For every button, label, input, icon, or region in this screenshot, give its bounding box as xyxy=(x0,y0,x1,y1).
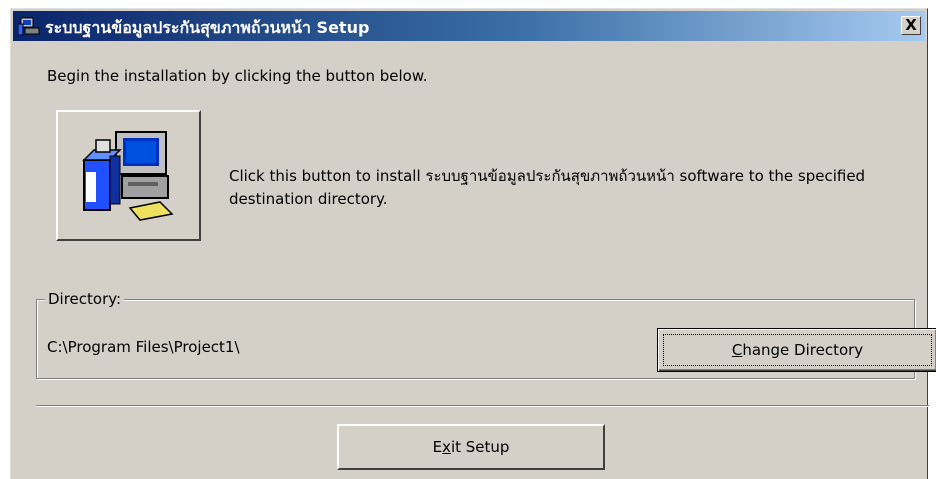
install-button[interactable] xyxy=(56,110,201,241)
directory-path: C:\Program Files\Project1\ xyxy=(47,338,240,356)
change-directory-label-rest: hange Directory xyxy=(742,341,864,359)
computer-setup-icon xyxy=(82,131,174,221)
close-button[interactable]: X xyxy=(901,16,921,35)
change-directory-button[interactable]: Change Directory xyxy=(657,328,936,372)
directory-legend: Directory: xyxy=(45,290,125,308)
change-directory-label: Change Directory xyxy=(732,341,863,359)
separator-line xyxy=(36,405,929,407)
window-title: ระบบฐานข้อมูลประกันสุขภาพถ้วนหน้า Setup xyxy=(45,18,370,37)
setup-app-icon xyxy=(18,17,40,36)
change-directory-mnemonic: C xyxy=(731,341,743,359)
title-bar[interactable]: ระบบฐานข้อมูลประกันสุขภาพถ้วนหน้า Setup … xyxy=(13,11,925,41)
intro-text: Begin the installation by clicking the b… xyxy=(47,67,428,85)
exit-label-rest: it Setup xyxy=(450,438,510,456)
directory-group: Directory: C:\Program Files\Project1\ Ch… xyxy=(36,290,936,379)
exit-label-prefix: E xyxy=(432,438,443,456)
setup-window: ระบบฐานข้อมูลประกันสุขภาพถ้วนหน้า Setup … xyxy=(10,8,936,479)
exit-setup-button[interactable]: Exit Setup xyxy=(337,424,605,470)
install-description: Click this button to install ระบบฐานข้อม… xyxy=(229,167,866,208)
exit-label-mnemonic: x xyxy=(442,438,451,456)
